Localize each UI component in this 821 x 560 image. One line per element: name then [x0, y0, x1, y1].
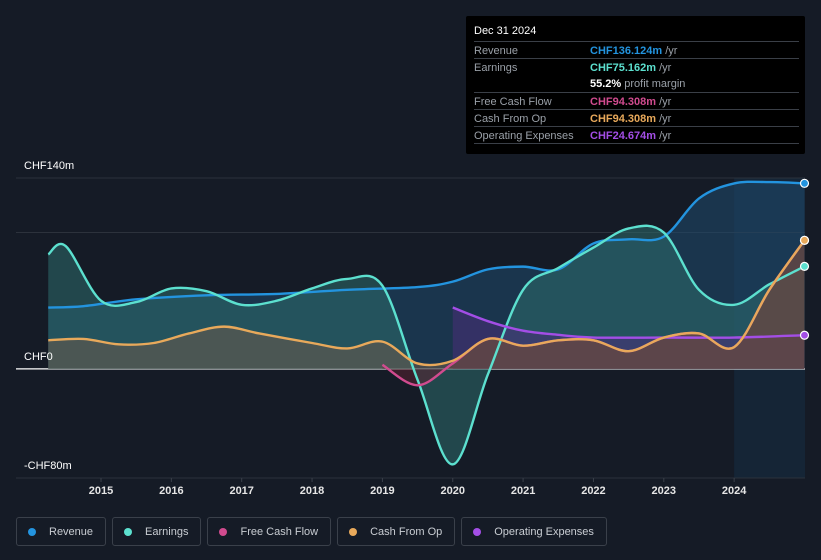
legend-dot-icon [124, 527, 133, 536]
tooltip-date: Dec 31 2024 [474, 25, 537, 37]
x-tick-label: 2019 [370, 485, 395, 497]
tooltip-divider [474, 143, 799, 144]
legend-item-operating-expenses[interactable]: Operating Expenses [461, 517, 607, 546]
y-label-bottom: -CHF80m [24, 460, 72, 472]
tooltip-label: Operating Expenses [474, 130, 574, 142]
tooltip-row-margin: 55.2% profit margin [474, 75, 799, 92]
legend-label: Operating Expenses [494, 525, 594, 538]
x-tick-label: 2015 [88, 485, 114, 497]
tooltip-row-earnings: Earnings CHF75.162m /yr [474, 58, 799, 76]
x-tick-label: 2021 [510, 485, 536, 497]
x-tick-label: 2024 [721, 485, 747, 497]
tooltip: Dec 31 2024 Revenue CHF136.124m /yr Earn… [466, 16, 805, 154]
x-tick-label: 2017 [229, 485, 254, 497]
tooltip-label: Cash From Op [474, 113, 547, 125]
legend-label: Cash From Op [370, 525, 443, 538]
value-text: CHF94.308m [590, 96, 657, 108]
legend-dot-icon [28, 527, 36, 536]
value-text: CHF136.124m [590, 45, 663, 57]
unit-text: /yr [656, 113, 672, 125]
unit-text: profit margin [621, 78, 686, 90]
tooltip-label: Revenue [474, 45, 519, 57]
tooltip-value: 55.2% profit margin [590, 78, 685, 90]
value-text: 55.2% [590, 78, 622, 90]
end-marker-earnings [799, 261, 810, 271]
x-tick-label: 2016 [159, 485, 184, 497]
y-label-zero: CHF0 [24, 351, 53, 363]
tooltip-value: CHF24.674m /yr [590, 130, 671, 142]
legend-label: Earnings [145, 525, 189, 538]
x-tick-label: 2020 [440, 485, 465, 497]
tooltip-label: Free Cash Flow [474, 96, 552, 108]
value-text: CHF75.162m [590, 62, 657, 74]
legend-item-revenue[interactable]: Revenue [16, 517, 107, 546]
legend-label: Revenue [49, 525, 94, 538]
tooltip-row-revenue: Revenue CHF136.124m /yr [474, 41, 799, 59]
legend-dot-icon [219, 527, 228, 536]
value-text: CHF24.674m [590, 130, 657, 142]
tooltip-row-fcf: Free Cash Flow CHF94.308m /yr [474, 92, 799, 110]
end-marker-cash-from-op [799, 235, 810, 245]
legend-dot-icon [473, 527, 482, 536]
end-marker-operating-expenses [799, 330, 810, 340]
unit-text: /yr [656, 62, 672, 74]
tooltip-value: CHF94.308m /yr [590, 113, 671, 125]
x-tick-label: 2022 [581, 485, 606, 497]
legend: Revenue Earnings Free Cash Flow Cash Fro… [16, 517, 607, 546]
series-areas [48, 181, 805, 465]
legend-label: Free Cash Flow [240, 525, 319, 538]
legend-item-free-cash-flow[interactable]: Free Cash Flow [207, 517, 332, 546]
tooltip-value: CHF75.162m /yr [590, 62, 671, 74]
legend-item-earnings[interactable]: Earnings [112, 517, 202, 546]
unit-text: /yr [662, 45, 678, 57]
tooltip-value: CHF94.308m /yr [590, 96, 671, 108]
x-tick-label: 2023 [651, 485, 677, 497]
unit-text: /yr [656, 130, 672, 142]
value-text: CHF94.308m [590, 113, 657, 125]
legend-item-cash-from-op[interactable]: Cash From Op [337, 517, 456, 546]
unit-text: /yr [656, 96, 672, 108]
tooltip-row-opex: Operating Expenses CHF24.674m /yr [474, 126, 799, 144]
tooltip-label: Earnings [474, 62, 518, 74]
tooltip-row-cfo: Cash From Op CHF94.308m /yr [474, 109, 799, 127]
y-label-top: CHF140m [24, 160, 75, 172]
x-tick-label: 2018 [299, 485, 325, 497]
legend-dot-icon [349, 527, 358, 536]
tooltip-value: CHF136.124m /yr [590, 45, 677, 57]
end-marker-revenue [799, 178, 810, 188]
